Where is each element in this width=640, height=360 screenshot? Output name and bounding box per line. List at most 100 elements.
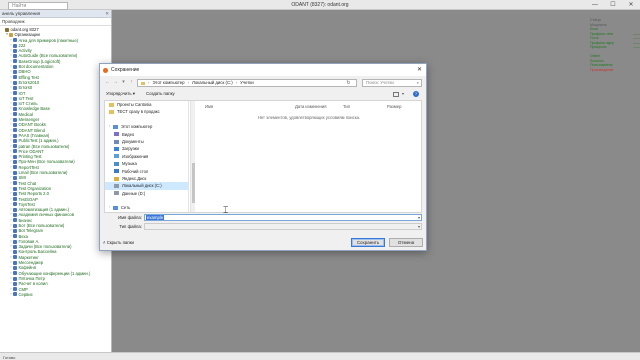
close-window-button[interactable]: ✕: [622, 0, 640, 10]
nav-pane-item[interactable]: Загрузки: [105, 145, 188, 152]
organization-icon: [13, 59, 17, 64]
organization-icon: [13, 213, 17, 218]
view-options-icon[interactable]: [393, 91, 399, 97]
nav-pane-item[interactable]: Видео: [105, 131, 188, 138]
status-key: Произведение: [590, 67, 614, 72]
organization-icon: [13, 175, 17, 180]
breadcrumb-drive[interactable]: Локальный диск (C:): [192, 80, 233, 87]
app-icon: [103, 67, 108, 73]
nav-pane-item[interactable]: Музыка: [105, 160, 188, 167]
dialog-navbar: ← → ▾ ↑ › Этот компьютер › Локальный дис…: [100, 76, 426, 90]
back-button[interactable]: ←: [104, 79, 111, 86]
organization-icon: [13, 234, 17, 239]
nav-pane-item[interactable]: Изображения: [105, 153, 188, 160]
minimize-button[interactable]: —: [586, 0, 604, 10]
save-button[interactable]: Сохранить: [351, 238, 385, 247]
hide-folders-button[interactable]: ˄ Скрыть папки: [103, 240, 134, 245]
mouse-cursor-icon: ⌶: [223, 205, 229, 215]
column-date[interactable]: Дата изменения: [295, 104, 326, 109]
forward-button[interactable]: →: [112, 79, 119, 86]
network-icon: [113, 206, 118, 211]
nav-pane-item[interactable]: Локальный диск (C:): [105, 182, 188, 190]
up-button[interactable]: ↑: [128, 79, 135, 86]
view-dropdown[interactable]: ▾: [402, 91, 404, 96]
organization-icon: [13, 91, 17, 96]
column-name[interactable]: Имя: [205, 104, 213, 109]
organization-icon: [13, 223, 17, 228]
scrollbar-thumb[interactable]: [192, 163, 195, 203]
nav-pane-label: Рабочий стол: [122, 168, 149, 174]
filetype-select[interactable]: ▾: [144, 223, 422, 230]
nav-pane-item[interactable]: › Этот компьютер: [105, 123, 188, 130]
nav-pane-label: Проекты Cantosia: [117, 102, 152, 107]
organize-button[interactable]: Упорядочить ▾: [106, 91, 135, 97]
organization-icon: [13, 80, 17, 85]
nav-pane-label: Локальный диск (C:): [122, 183, 162, 189]
nav-pane-item[interactable]: ТЕСТ сразу в продакс: [105, 108, 188, 115]
cancel-button[interactable]: Отмена: [389, 238, 423, 247]
filename-label: Имя файла:: [118, 215, 142, 220]
nav-pane-item[interactable]: › Сеть: [105, 204, 188, 211]
maximize-button[interactable]: ☐: [604, 0, 622, 10]
tree-item-label: Area для примеров (пакетные): [18, 37, 79, 43]
explorer-title: Проводник: [0, 18, 111, 26]
downloads-icon: [114, 147, 119, 152]
close-icon[interactable]: ✕: [105, 10, 109, 18]
nav-pane-label: Видео: [122, 131, 135, 137]
organization-icon: [13, 170, 17, 175]
chevron-down-icon[interactable]: ▾: [418, 224, 420, 230]
organization-icon: [13, 122, 17, 127]
tree-item[interactable]: › Сервис: [0, 292, 111, 297]
dialog-close-button[interactable]: ✕: [417, 64, 422, 76]
recent-locations-button[interactable]: ▾: [120, 79, 127, 86]
search-placeholder: Поиск: Учетки: [366, 80, 394, 85]
folder-icon: [109, 102, 114, 107]
organization-icon: [5, 27, 9, 32]
new-folder-button[interactable]: Создать папку: [146, 91, 175, 96]
nav-pane-item: [105, 197, 188, 204]
breadcrumb-folder[interactable]: Учетки: [240, 80, 253, 87]
filename-input[interactable]: example ▾: [144, 214, 422, 221]
column-size[interactable]: Размер: [387, 104, 401, 109]
organization-icon: [13, 70, 17, 75]
dialog-title: Сохранение: [111, 67, 140, 73]
organization-icon: [13, 281, 17, 286]
organization-icon: [13, 292, 17, 297]
navigation-scrollbar[interactable]: [190, 101, 195, 212]
dialog-footer: ˄ Скрыть папки Сохранить Отмена: [100, 236, 426, 250]
refresh-button[interactable]: ↻: [345, 80, 352, 86]
help-icon[interactable]: ?: [413, 91, 419, 97]
music-icon: [114, 161, 119, 166]
nav-pane-item[interactable]: Проекты Cantosia: [105, 101, 188, 108]
organization-icon: [13, 165, 17, 170]
nav-pane-item[interactable]: Рабочий стол: [105, 168, 188, 175]
object-tree: odant.org 8327 ▾ Организации › Area для прим…: [0, 26, 111, 297]
organization-icon: [13, 138, 17, 143]
organization-icon: [13, 255, 17, 260]
dialog-titlebar: Сохранение ✕: [100, 64, 426, 76]
cloud-icon: [114, 176, 119, 181]
video-icon: [114, 132, 119, 137]
nav-pane-item[interactable]: Документы: [105, 138, 188, 145]
nav-pane-label: Этот компьютер: [121, 124, 153, 130]
organization-icon: [13, 266, 17, 270]
nav-pane-item[interactable]: Яндекс.Диск: [105, 175, 188, 182]
search-input[interactable]: Поиск: Учетки ⌕: [362, 79, 422, 87]
organization-icon: [13, 112, 17, 117]
breadcrumb-computer[interactable]: Этот компьютер: [152, 80, 184, 87]
file-fields: Имя файла: example ▾ Тип файла: ▾: [100, 214, 426, 236]
status-text: Готово: [3, 354, 16, 360]
chevron-down-icon[interactable]: ▾: [418, 215, 420, 221]
organization-icon: [13, 96, 17, 101]
empty-message: Нет элементов, удовлетворяющих условиям …: [257, 115, 361, 120]
column-headers: Имя Дата изменения Тип Размер: [197, 102, 421, 110]
filetype-label: Тип файла:: [119, 224, 142, 229]
organization-icon: [13, 218, 17, 223]
nav-pane-item[interactable]: Данные (D:): [105, 190, 188, 197]
column-type[interactable]: Тип: [343, 104, 350, 109]
address-bar[interactable]: › Этот компьютер › Локальный диск (C:) ›…: [137, 79, 357, 87]
organization-icon: [13, 244, 17, 249]
nav-pane-label: Музыка: [122, 161, 137, 167]
status-panel: Статус Мощность Блок Профиль сети —— Гость —— П…: [590, 18, 640, 72]
organization-icon: [13, 149, 17, 154]
